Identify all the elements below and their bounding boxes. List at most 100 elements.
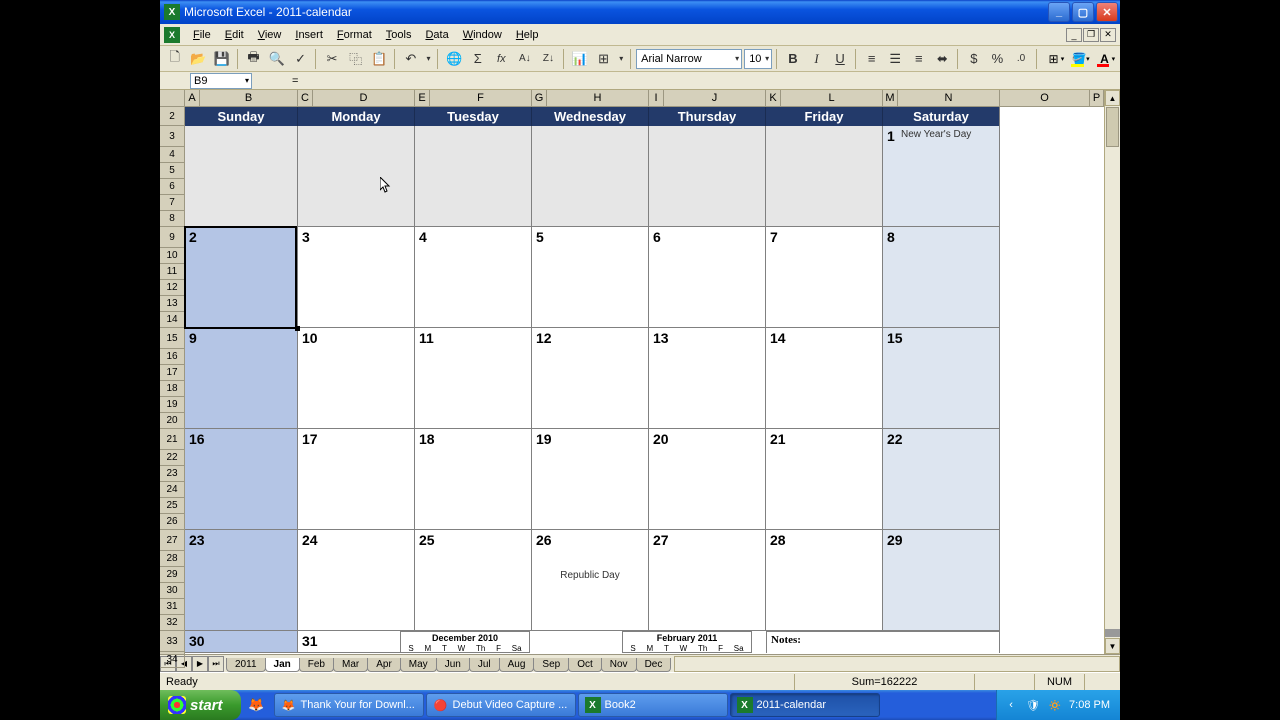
- col-header-I[interactable]: I: [649, 90, 664, 107]
- menu-data[interactable]: Data: [418, 27, 455, 43]
- task-button[interactable]: 🔴Debut Video Capture ...: [426, 693, 576, 717]
- sheet-tab-mar[interactable]: Mar: [333, 658, 368, 672]
- name-box[interactable]: B9: [190, 73, 252, 89]
- sheet-tab-dec[interactable]: Dec: [636, 658, 672, 672]
- align-right-button[interactable]: ≡: [908, 48, 930, 70]
- hyperlink-button[interactable]: 🌐: [443, 48, 465, 70]
- cal-cell-5[interactable]: 5: [532, 227, 649, 328]
- column-headers[interactable]: ABCDEFGHIJKLMNOP: [185, 90, 1104, 107]
- cal-cell-13[interactable]: 13: [649, 328, 766, 429]
- row-header-18[interactable]: 18: [160, 381, 185, 397]
- row-header-24[interactable]: 24: [160, 482, 185, 498]
- cal-cell-31[interactable]: 31: [298, 631, 415, 653]
- cut-button[interactable]: ✂: [321, 48, 343, 70]
- cal-cell-3[interactable]: 3: [298, 227, 415, 328]
- horizontal-scrollbar[interactable]: [674, 656, 1120, 672]
- select-all-corner[interactable]: [160, 90, 185, 107]
- cal-cell-25[interactable]: 25: [415, 530, 532, 631]
- vertical-scrollbar[interactable]: ▲ ▼: [1104, 90, 1120, 654]
- tab-last-button[interactable]: ⏭: [208, 656, 224, 672]
- doc-minimize-button[interactable]: _: [1066, 28, 1082, 42]
- font-size-combo[interactable]: 10: [744, 49, 772, 69]
- menu-help[interactable]: Help: [509, 27, 546, 43]
- tray-shield-icon[interactable]: 🛡: [1025, 697, 1041, 713]
- pivot-button[interactable]: ⊞: [593, 48, 615, 70]
- sheet-tab-jan[interactable]: Jan: [265, 658, 300, 672]
- sort-asc-button[interactable]: A↓: [514, 48, 536, 70]
- italic-button[interactable]: I: [806, 48, 828, 70]
- align-left-button[interactable]: ≡: [861, 48, 883, 70]
- row-header-29[interactable]: 29: [160, 567, 185, 583]
- row-header-23[interactable]: 23: [160, 466, 185, 482]
- open-button[interactable]: 📂: [188, 48, 210, 70]
- row-header-32[interactable]: 32: [160, 615, 185, 631]
- row-header-11[interactable]: 11: [160, 264, 185, 280]
- quick-launch-firefox[interactable]: 🦊: [247, 694, 267, 716]
- col-header-A[interactable]: A: [185, 90, 200, 107]
- merge-button[interactable]: ⬌: [932, 48, 954, 70]
- cal-cell-21[interactable]: 21: [766, 429, 883, 530]
- cal-cell-blank[interactable]: [185, 126, 298, 227]
- copy-button[interactable]: ⿻: [345, 48, 367, 70]
- bold-button[interactable]: B: [782, 48, 804, 70]
- tray-arrow-icon[interactable]: ‹: [1003, 697, 1019, 713]
- save-button[interactable]: 💾: [211, 48, 233, 70]
- cal-cell-22[interactable]: 22: [883, 429, 1000, 530]
- col-header-H[interactable]: H: [547, 90, 649, 107]
- cal-cell-16[interactable]: 16: [185, 429, 298, 530]
- cal-cell-8[interactable]: 8: [883, 227, 1000, 328]
- minimize-button[interactable]: _: [1048, 2, 1070, 22]
- sort-desc-button[interactable]: Z↓: [538, 48, 560, 70]
- print-preview-button[interactable]: 🔍: [266, 48, 288, 70]
- scroll-up-button[interactable]: ▲: [1105, 90, 1120, 106]
- row-headers[interactable]: 2345678910111213141516171819202122232425…: [160, 107, 185, 654]
- cal-cell-6[interactable]: 6: [649, 227, 766, 328]
- cal-cell-19[interactable]: 19: [532, 429, 649, 530]
- cal-cell-15[interactable]: 15: [883, 328, 1000, 429]
- col-header-F[interactable]: F: [430, 90, 532, 107]
- doc-close-button[interactable]: ✕: [1100, 28, 1116, 42]
- cal-cell-4[interactable]: 4: [415, 227, 532, 328]
- font-color-button[interactable]: A▾: [1093, 48, 1116, 70]
- row-header-14[interactable]: 14: [160, 312, 185, 328]
- col-header-M[interactable]: M: [883, 90, 898, 107]
- col-header-K[interactable]: K: [766, 90, 781, 107]
- menu-edit[interactable]: Edit: [218, 27, 251, 43]
- row-header-21[interactable]: 21: [160, 429, 185, 450]
- menu-format[interactable]: Format: [330, 27, 379, 43]
- cal-cell-18[interactable]: 18: [415, 429, 532, 530]
- col-header-P[interactable]: P: [1090, 90, 1104, 107]
- cal-cell-1[interactable]: 1New Year's Day: [883, 126, 1000, 227]
- row-header-25[interactable]: 25: [160, 498, 185, 514]
- drawing-button[interactable]: ▾: [616, 48, 626, 70]
- row-header-33[interactable]: 33: [160, 631, 185, 652]
- cal-cell-9[interactable]: 9: [185, 328, 298, 429]
- cal-cell-7[interactable]: 7: [766, 227, 883, 328]
- menu-file[interactable]: File: [186, 27, 218, 43]
- chart-button[interactable]: 📊: [569, 48, 591, 70]
- cal-cell-blank[interactable]: [766, 126, 883, 227]
- sheet-tab-nov[interactable]: Nov: [601, 658, 637, 672]
- row-header-34[interactable]: 34: [160, 652, 185, 668]
- row-header-22[interactable]: 22: [160, 450, 185, 466]
- redo-dropdown[interactable]: ▾: [424, 48, 434, 70]
- cal-cell-23[interactable]: 23: [185, 530, 298, 631]
- row-header-28[interactable]: 28: [160, 551, 185, 567]
- sheet-tab-jun[interactable]: Jun: [436, 658, 470, 672]
- cal-cell-11[interactable]: 11: [415, 328, 532, 429]
- cal-cell-blank[interactable]: [415, 126, 532, 227]
- row-header-7[interactable]: 7: [160, 195, 185, 211]
- col-header-D[interactable]: D: [313, 90, 415, 107]
- tab-next-button[interactable]: ▶: [192, 656, 208, 672]
- sheet-tab-may[interactable]: May: [400, 658, 437, 672]
- cal-cell-blank[interactable]: [532, 126, 649, 227]
- col-header-J[interactable]: J: [664, 90, 766, 107]
- sheet-tab-aug[interactable]: Aug: [499, 658, 535, 672]
- menu-tools[interactable]: Tools: [379, 27, 419, 43]
- clock[interactable]: 7:08 PM: [1069, 699, 1110, 711]
- row-header-4[interactable]: 4: [160, 147, 185, 163]
- row-header-26[interactable]: 26: [160, 514, 185, 530]
- row-header-16[interactable]: 16: [160, 349, 185, 365]
- worksheet-grid[interactable]: ABCDEFGHIJKLMNOP 23456789101112131415161…: [160, 90, 1120, 654]
- row-header-15[interactable]: 15: [160, 328, 185, 349]
